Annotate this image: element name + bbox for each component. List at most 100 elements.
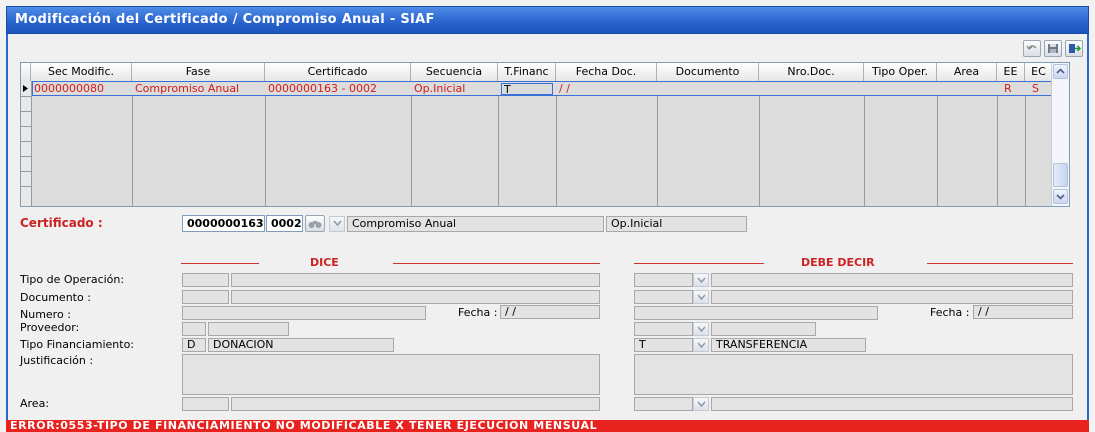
row-divider [21,111,31,112]
column-divider [937,81,938,206]
row-divider [21,141,31,142]
row-divider [21,156,31,157]
certificado-number-field[interactable]: 0000000163 [182,215,265,232]
dice-area-name [231,397,600,411]
undo-icon [1026,45,1037,50]
cell-secuencia[interactable]: Op.Inicial [412,82,498,95]
chevron-up-icon [1056,68,1065,74]
undo-button[interactable] [1023,40,1041,57]
dice-tipo-operacion-code [182,273,229,287]
area-label: Area: [20,397,50,410]
modifications-grid[interactable]: Sec Modific. Fase Certificado Secuencia … [20,62,1070,207]
cell-documento[interactable] [658,82,759,95]
current-row-pointer-icon [23,85,28,92]
debe-area-name [711,397,1073,411]
dice-section-title: DICE [310,256,339,269]
row-divider [21,186,31,187]
col-area[interactable]: Area [937,63,997,81]
debe-decir-rule-left [634,263,764,264]
cell-certificado[interactable]: 0000000163 - 0002 [266,82,411,95]
debe-proveedor-dropdown[interactable] [693,322,709,336]
col-fecha-doc[interactable]: Fecha Doc. [556,63,657,81]
dice-documento-code [182,290,229,304]
col-t-financ[interactable]: T.Financ [498,63,556,81]
debe-documento-dropdown[interactable] [693,290,709,304]
proveedor-label: Proveedor: [20,321,80,334]
col-secuencia[interactable]: Secuencia [411,63,498,81]
cell-fase[interactable]: Compromiso Anual [133,82,265,95]
siaf-window: Modificación del Certificado / Compromis… [0,0,1095,432]
save-button[interactable] [1044,40,1062,57]
col-tipo-oper[interactable]: Tipo Oper. [864,63,937,81]
dice-documento-name [231,290,600,304]
debe-documento-code[interactable] [634,290,693,304]
exit-button[interactable] [1065,40,1083,57]
cell-fecha-doc[interactable]: / / [557,82,657,95]
debe-fecha-label: Fecha : [930,306,970,319]
debe-justificacion-field[interactable] [634,354,1073,395]
dice-tipo-financiamiento-code: D [182,338,206,352]
scroll-up-button[interactable] [1053,64,1068,79]
certificado-fase-field: Compromiso Anual [347,216,604,232]
debe-documento-name [711,290,1073,304]
col-ec[interactable]: EC [1025,63,1053,81]
grid-vertical-scrollbar[interactable] [1051,63,1069,206]
debe-tipo-financiamiento-name: TRANSFERENCIA [711,338,866,352]
row-selector-header [21,63,31,81]
chevron-down-icon [697,326,706,333]
search-certificado-button[interactable] [305,215,325,232]
cell-tipo-oper[interactable] [865,82,937,95]
dice-proveedor-code [182,322,206,336]
chevron-down-icon [333,220,342,227]
debe-tipo-operacion-name [711,273,1073,287]
cell-ee[interactable]: R [998,82,1025,95]
dice-tipo-operacion-name [231,273,600,287]
col-fase[interactable]: Fase [132,63,265,81]
debe-fecha-field[interactable]: / / [973,305,1073,319]
window-title: Modificación del Certificado / Compromis… [15,12,435,27]
chevron-down-icon [697,401,706,408]
scroll-down-button[interactable] [1053,189,1068,204]
row-selector[interactable] [21,81,32,206]
col-nro-doc[interactable]: Nro.Doc. [759,63,864,81]
debe-tipo-operacion-code[interactable] [634,273,693,287]
column-divider [1025,81,1026,206]
cell-t-financ[interactable]: T [501,83,553,95]
numero-label: Numero : [20,308,71,321]
row-divider [21,171,31,172]
cell-nro-doc[interactable] [760,82,864,95]
debe-proveedor-code[interactable] [634,322,693,336]
debe-tipo-operacion-dropdown[interactable] [693,273,709,287]
justificacion-label: Justificación : [20,354,94,367]
column-divider [657,81,658,206]
scroll-thumb[interactable] [1053,163,1068,187]
cell-area[interactable] [938,82,997,95]
dice-justificacion-field [182,354,600,395]
col-documento[interactable]: Documento [657,63,759,81]
chevron-down-icon [697,277,706,284]
dice-fecha-field: / / [500,305,600,319]
cell-ec[interactable]: S [1026,82,1053,95]
error-message: ERROR:0553-TIPO DE FINANCIAMIENTO NO MOD… [10,419,598,432]
debe-area-code[interactable] [634,397,693,411]
col-ee[interactable]: EE [997,63,1025,81]
column-divider [997,81,998,206]
error-status-bar: ERROR:0553-TIPO DE FINANCIAMIENTO NO MOD… [6,419,1089,432]
debe-numero-field[interactable] [634,306,878,320]
certificado-sequence-field[interactable]: 0002 [266,215,303,232]
debe-area-dropdown[interactable] [693,397,709,411]
dice-fecha-label: Fecha : [458,306,498,319]
cell-sec-modific[interactable]: 0000000080 [32,82,132,95]
column-divider [498,81,499,206]
col-certificado[interactable]: Certificado [265,63,411,81]
title-bar: Modificación del Certificado / Compromis… [6,6,1089,34]
certificado-tipo-field: Op.Inicial [606,216,747,232]
debe-proveedor-ruc [711,322,816,336]
debe-tipo-financiamiento-dropdown[interactable] [693,338,709,352]
chevron-down-icon [697,294,706,301]
certificado-label: Certificado : [20,216,103,230]
col-sec-modific[interactable]: Sec Modific. [31,63,132,81]
certificado-dropdown[interactable] [329,216,345,232]
debe-tipo-financiamiento-code[interactable]: T [634,338,693,352]
save-icon [1048,44,1058,53]
